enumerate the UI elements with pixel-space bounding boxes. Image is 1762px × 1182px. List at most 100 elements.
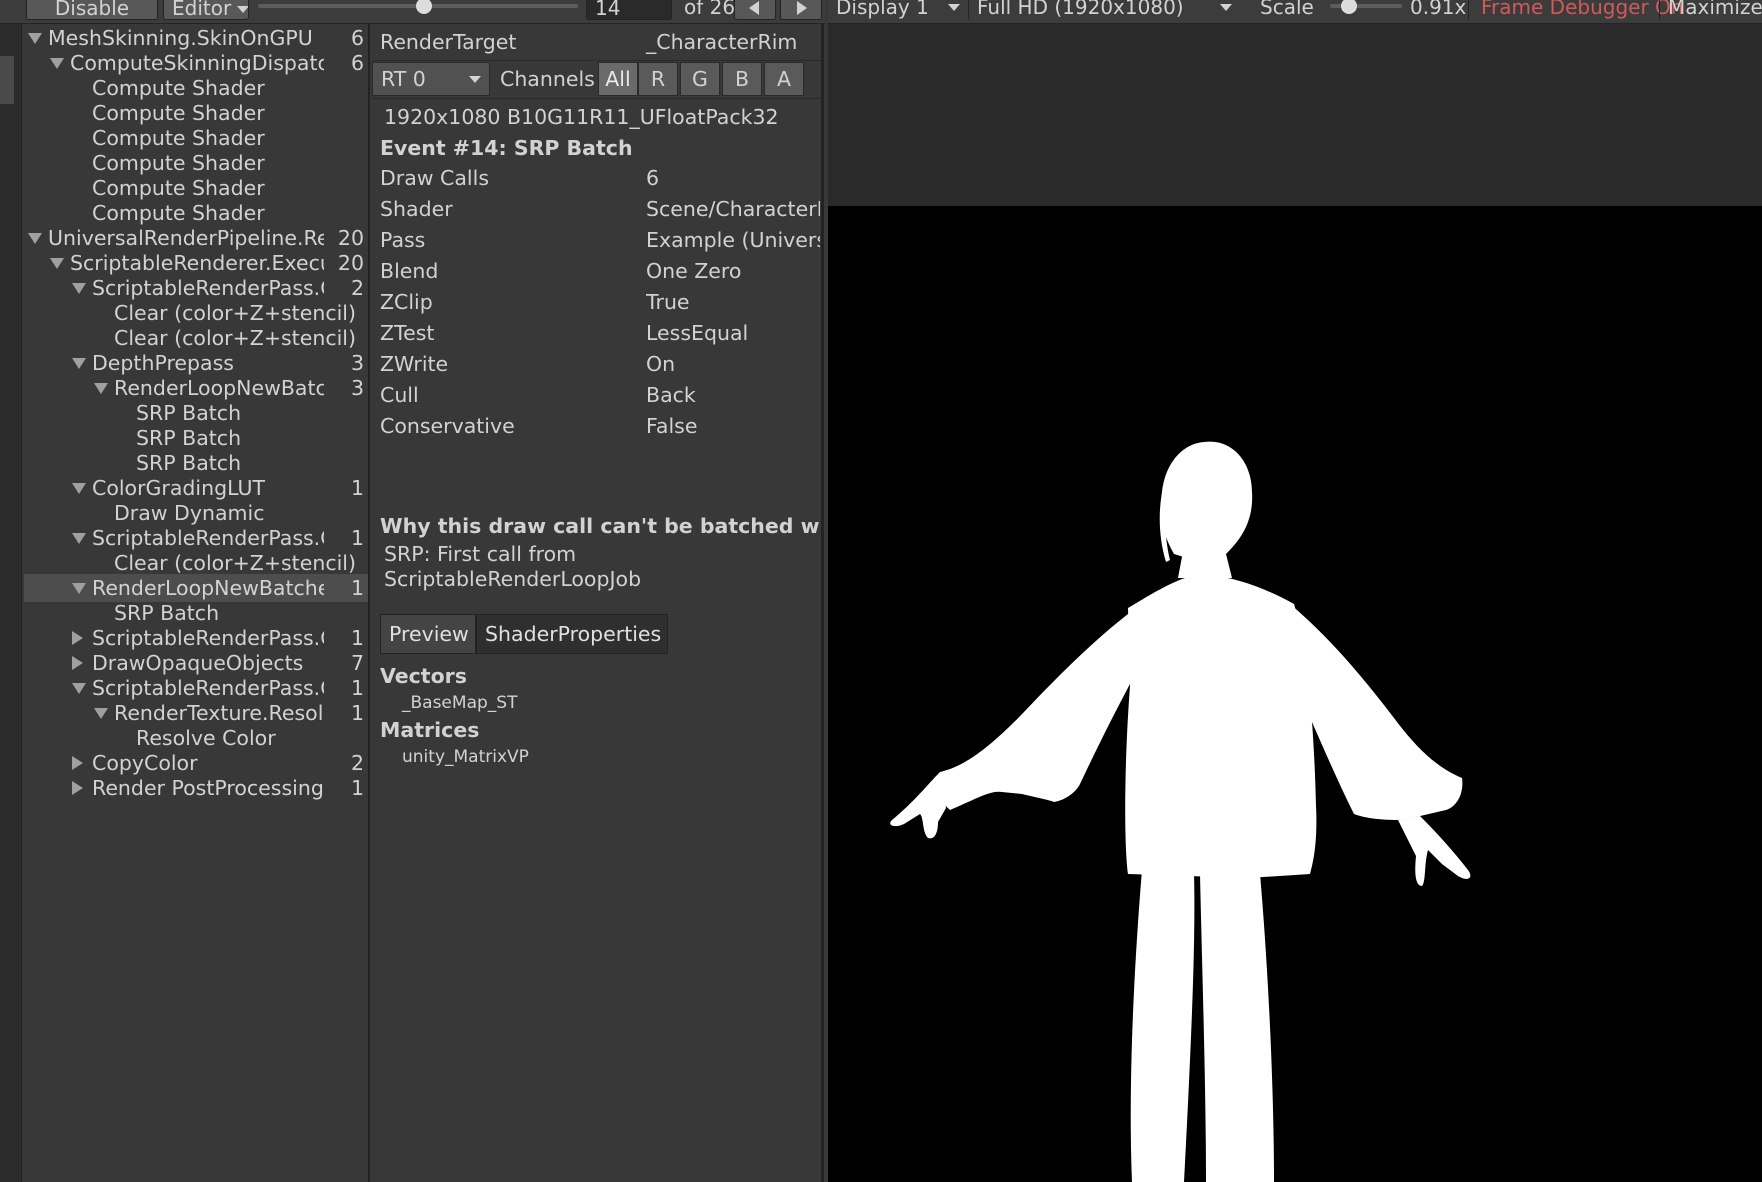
game-view-render[interactable]	[828, 206, 1762, 1182]
channel-button-g[interactable]: G	[680, 62, 720, 96]
vectors-heading: Vectors	[380, 664, 467, 688]
property-name: Blend	[380, 259, 439, 283]
expanded-triangle-icon[interactable]	[72, 483, 86, 494]
maximize-toggle[interactable]: Maximize	[1659, 0, 1762, 20]
channel-button-r[interactable]: R	[638, 62, 678, 96]
property-value: Example (Universa	[646, 228, 820, 252]
collapsed-triangle-icon[interactable]	[72, 656, 83, 670]
expanded-triangle-icon[interactable]	[72, 533, 86, 544]
game-view[interactable]	[828, 24, 1762, 1182]
hierarchy-row[interactable]: Clear (color+Z+stencil)	[24, 549, 368, 577]
event-index-field[interactable]: 14	[586, 0, 672, 20]
chevron-down-icon	[237, 6, 248, 13]
hierarchy-row[interactable]: ScriptableRenderPass.Co 1	[24, 524, 368, 552]
event-slider-thumb[interactable]	[416, 0, 433, 14]
next-event-button[interactable]	[780, 0, 822, 20]
scale-slider-track[interactable]	[1330, 0, 1402, 14]
collapsed-triangle-icon[interactable]	[72, 756, 83, 770]
property-value: One Zero	[646, 259, 742, 283]
expanded-triangle-icon[interactable]	[72, 583, 86, 594]
expanded-triangle-icon[interactable]	[72, 283, 86, 294]
hierarchy-row[interactable]: MeshSkinning.SkinOnGPU 6	[24, 24, 368, 52]
hierarchy-row[interactable]: Clear (color+Z+stencil)	[24, 324, 368, 352]
hierarchy-row[interactable]: SRP Batch	[24, 449, 368, 477]
hierarchy-row-label: ScriptableRenderer.Executi	[70, 251, 324, 275]
render-target-select-value: RT 0	[381, 67, 426, 91]
scale-slider-thumb[interactable]	[1340, 0, 1357, 14]
editor-dropdown[interactable]: Editor	[163, 0, 249, 20]
hierarchy-row[interactable]: DepthPrepass 3	[24, 349, 368, 377]
hierarchy-row-label: SRP Batch	[136, 401, 242, 425]
channel-button-all[interactable]: All	[598, 62, 638, 96]
expanded-triangle-icon[interactable]	[28, 233, 42, 244]
property-row: Conservative False	[372, 412, 821, 442]
hierarchy-row-label: Compute Shader	[92, 76, 265, 100]
expanded-triangle-icon[interactable]	[72, 358, 86, 369]
hierarchy-row[interactable]: ComputeSkinningDispatch 6	[24, 49, 368, 77]
event-slider-track[interactable]	[258, 0, 578, 14]
channel-button-b[interactable]: B	[722, 62, 762, 96]
hierarchy-row[interactable]: Compute Shader	[24, 99, 368, 127]
game-view-toolbar: Display 1 Full HD (1920x1080) Scale 0.91…	[828, 0, 1762, 24]
hierarchy-row[interactable]: Clear (color+Z+stencil)	[24, 299, 368, 327]
hierarchy-row[interactable]: Compute Shader	[24, 124, 368, 152]
hierarchy-row[interactable]: RenderTexture.Resolve 1	[24, 699, 368, 727]
hierarchy-row[interactable]: Compute Shader	[24, 174, 368, 202]
hierarchy-row[interactable]: ScriptableRenderPass.Co 1	[24, 624, 368, 652]
hierarchy-row[interactable]: RenderLoopNewBatche 3	[24, 374, 368, 402]
channel-button-a[interactable]: A	[764, 62, 804, 96]
expanded-triangle-icon[interactable]	[50, 258, 64, 269]
hierarchy-row-label: SRP Batch	[114, 601, 220, 625]
frame-debugger-on-label[interactable]: Frame Debugger On	[1468, 0, 1683, 20]
render-target-select[interactable]: RT 0	[372, 62, 490, 96]
expanded-triangle-icon[interactable]	[94, 383, 108, 394]
hierarchy-row[interactable]: Compute Shader	[24, 149, 368, 177]
render-target-value: _CharacterRim	[646, 30, 798, 54]
hierarchy-row[interactable]: Compute Shader	[24, 74, 368, 102]
character-silhouette-shape	[890, 441, 1471, 1182]
hierarchy-row[interactable]: Resolve Color	[24, 724, 368, 752]
expanded-triangle-icon[interactable]	[72, 683, 86, 694]
previous-event-button[interactable]	[734, 0, 776, 20]
chevron-down-icon	[948, 4, 960, 11]
frame-debugger-window: Disable Editor 14 of 26 Display 1 Full H…	[0, 0, 1762, 1182]
disable-button[interactable]: Disable	[26, 0, 158, 20]
property-row: ZClip True	[372, 288, 821, 318]
expanded-triangle-icon[interactable]	[50, 58, 64, 69]
hierarchy-row[interactable]: Compute Shader	[24, 199, 368, 227]
render-target-label: RenderTarget	[380, 30, 517, 54]
vector-property-item: _BaseMap_ST	[402, 693, 518, 713]
scale-label: Scale	[1260, 0, 1314, 19]
gutter-marker	[0, 56, 14, 104]
hierarchy-row-label: SRP Batch	[136, 451, 242, 475]
matrices-heading: Matrices	[380, 718, 480, 742]
hierarchy-row[interactable]: CopyColor 2	[24, 749, 368, 777]
hierarchy-row-count: 2	[350, 751, 364, 775]
hierarchy-row-count: 7	[350, 651, 364, 675]
hierarchy-row[interactable]: SRP Batch	[24, 399, 368, 427]
hierarchy-row[interactable]: SRP Batch	[24, 424, 368, 452]
collapsed-triangle-icon[interactable]	[72, 631, 83, 645]
event-hierarchy-panel: MeshSkinning.SkinOnGPU 6 ComputeSkinningDi…	[24, 24, 370, 1182]
tab-shader-properties[interactable]: ShaderProperties	[476, 614, 668, 654]
hierarchy-row[interactable]: ColorGradingLUT 1	[24, 474, 368, 502]
hierarchy-row-label: SRP Batch	[136, 426, 242, 450]
hierarchy-row[interactable]: DrawOpaqueObjects 7	[24, 649, 368, 677]
hierarchy-row[interactable]: ScriptableRenderPass.Co 1	[24, 674, 368, 702]
expanded-triangle-icon[interactable]	[28, 33, 42, 44]
display-dropdown[interactable]: Display 1	[828, 0, 968, 20]
hierarchy-row[interactable]: RenderLoopNewBatcher.[1	[24, 574, 368, 602]
expanded-triangle-icon[interactable]	[94, 708, 108, 719]
hierarchy-row[interactable]: SRP Batch	[24, 599, 368, 627]
resolution-dropdown[interactable]: Full HD (1920x1080)	[968, 0, 1240, 20]
hierarchy-row[interactable]: ScriptableRenderPass.Co 2	[24, 274, 368, 302]
hierarchy-row[interactable]: Render PostProcessing Ef 1	[24, 774, 368, 802]
hierarchy-row[interactable]: Draw Dynamic	[24, 499, 368, 527]
hierarchy-row[interactable]: ScriptableRenderer.Executi 20	[24, 249, 368, 277]
hierarchy-row[interactable]: UniversalRenderPipeline.Ren 20	[24, 224, 368, 252]
collapsed-triangle-icon[interactable]	[72, 781, 83, 795]
tab-preview[interactable]: Preview	[380, 614, 476, 654]
hierarchy-row-count: 20	[337, 226, 364, 250]
hierarchy-row-label: ScriptableRenderPass.Co	[92, 626, 324, 650]
hierarchy-row-label: RenderTexture.Resolve	[114, 701, 324, 725]
